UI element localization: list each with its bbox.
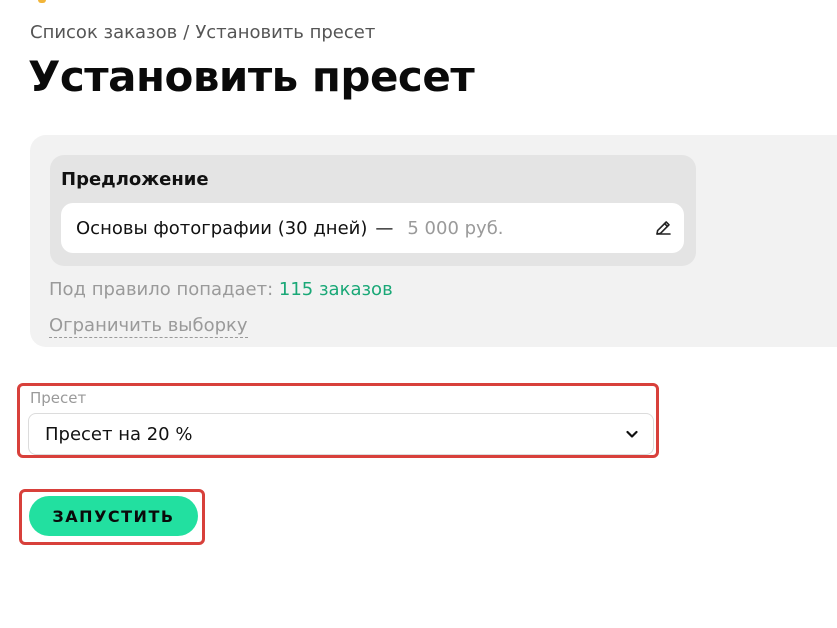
breadcrumb-separator: / (183, 22, 190, 43)
breadcrumb-orders-link[interactable]: Список заказов (30, 22, 177, 43)
preset-select[interactable]: Пресет на 20 % (28, 413, 654, 455)
breadcrumb: Список заказов / Установить пресет (30, 22, 375, 43)
match-prefix: Под правило попадает: (49, 279, 274, 300)
top-accent-mark (38, 0, 46, 3)
offer-label: Предложение (61, 169, 209, 190)
pencil-icon[interactable] (654, 219, 672, 237)
match-summary: Под правило попадает: 115 заказов (49, 279, 393, 300)
offer-dash: — (375, 217, 394, 239)
chevron-down-icon (625, 427, 639, 441)
offer-field[interactable]: Основы фотографии (30 дней) — 5 000 руб. (61, 203, 684, 253)
page-title: Установить пресет (28, 52, 475, 101)
match-count-link[interactable]: 115 заказов (279, 279, 393, 300)
limit-selection-link[interactable]: Ограничить выборку (49, 315, 248, 338)
rule-card: Предложение Основы фотографии (30 дней) … (30, 135, 837, 347)
offer-box: Предложение Основы фотографии (30 дней) … (50, 155, 696, 266)
preset-selected-value: Пресет на 20 % (45, 423, 193, 445)
offer-name: Основы фотографии (30 дней) (76, 217, 368, 239)
offer-price: 5 000 руб. (407, 217, 504, 239)
breadcrumb-current: Установить пресет (195, 22, 376, 43)
preset-label: Пресет (30, 389, 87, 407)
run-button[interactable]: ЗАПУСТИТЬ (29, 496, 198, 536)
